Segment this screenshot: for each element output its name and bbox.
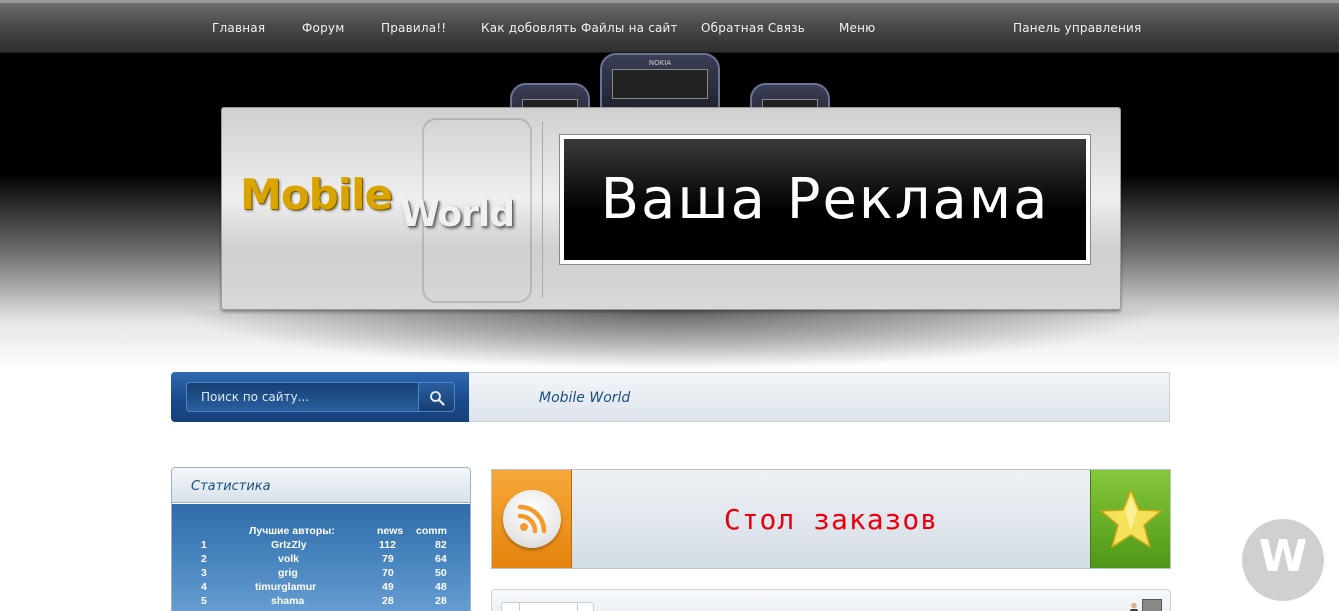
author-news: 79 bbox=[382, 553, 394, 565]
col-comm-header: comm bbox=[416, 525, 447, 537]
watermark-logo: W bbox=[1242, 519, 1324, 601]
author-rank: 5 bbox=[201, 595, 207, 607]
logo-mobile: Mobile bbox=[240, 170, 393, 219]
author-comm: 50 bbox=[435, 567, 447, 579]
favorite-button[interactable] bbox=[1090, 470, 1170, 568]
author-rank: 1 bbox=[201, 539, 207, 551]
banner-shadow bbox=[180, 310, 1160, 370]
breadcrumb[interactable]: Mobile World bbox=[539, 390, 630, 406]
author-news: 70 bbox=[382, 567, 394, 579]
site-logo[interactable]: Mobile World bbox=[240, 170, 515, 235]
star-icon bbox=[1099, 487, 1163, 549]
author-rank: 2 bbox=[201, 553, 207, 565]
sidebar-statistics: Статистика Лучшие авторы: news comm 1 Gr… bbox=[171, 467, 471, 611]
header-banner: Mobile World Ваша Реклама bbox=[221, 107, 1121, 310]
nav-forum[interactable]: Форум bbox=[302, 21, 344, 35]
banner-divider bbox=[542, 122, 543, 298]
avatar[interactable] bbox=[1142, 599, 1162, 611]
search-input[interactable] bbox=[186, 382, 418, 412]
watermark-letter: W bbox=[1258, 531, 1308, 582]
top-authors-label: Лучшие авторы: bbox=[249, 525, 335, 537]
logo-world: World bbox=[400, 194, 515, 235]
author-comm: 64 bbox=[435, 553, 447, 565]
author-name[interactable]: timurglamur bbox=[255, 581, 316, 593]
nav-home[interactable]: Главная bbox=[212, 21, 265, 35]
author-news: 112 bbox=[379, 539, 396, 551]
search-icon bbox=[430, 391, 445, 406]
author-comm: 28 bbox=[435, 595, 447, 607]
author-name[interactable]: shama bbox=[271, 595, 304, 607]
top-navigation: Главная Форум Правила!! Как добовлять Фа… bbox=[0, 0, 1339, 53]
news-post-header bbox=[491, 589, 1171, 611]
author-name[interactable]: volk bbox=[278, 553, 299, 565]
search-button[interactable] bbox=[418, 382, 455, 412]
user-icon bbox=[1130, 602, 1138, 611]
rss-button[interactable] bbox=[492, 470, 572, 568]
breadcrumb-bar: Mobile World bbox=[469, 372, 1170, 422]
nav-how-to-add-files[interactable]: Как добовлять Файлы на сайт bbox=[481, 21, 678, 35]
author-comm: 48 bbox=[435, 581, 447, 593]
search-box bbox=[171, 372, 469, 422]
phone-brand: NOKIA bbox=[648, 59, 672, 67]
orders-label[interactable]: Стол заказов bbox=[572, 503, 1090, 536]
author-name[interactable]: GrIzZly bbox=[271, 539, 307, 551]
sidebar-title: Статистика bbox=[191, 479, 271, 494]
nav-feedback[interactable]: Обратная Связь bbox=[701, 21, 805, 35]
ad-banner[interactable]: Ваша Реклама bbox=[559, 134, 1091, 265]
author-comm: 82 bbox=[435, 539, 447, 551]
nav-control-panel[interactable]: Панель управления bbox=[1013, 21, 1141, 35]
nav-menu[interactable]: Меню bbox=[839, 21, 875, 35]
rss-icon bbox=[517, 504, 547, 534]
stats-body: Лучшие авторы: news comm 1 GrIzZly 112 8… bbox=[172, 504, 470, 611]
header-phones-image: NOKIA bbox=[490, 53, 830, 143]
sidebar-header: Статистика bbox=[172, 468, 470, 503]
orders-banner[interactable]: Стол заказов bbox=[491, 469, 1171, 569]
rating-control[interactable] bbox=[501, 602, 594, 611]
nav-rules[interactable]: Правила!! bbox=[381, 21, 446, 35]
author-news: 49 bbox=[382, 581, 394, 593]
author-rank: 4 bbox=[201, 581, 207, 593]
author-rank: 3 bbox=[201, 567, 207, 579]
author-news: 28 bbox=[382, 595, 394, 607]
col-news-header: news bbox=[377, 525, 404, 537]
author-name[interactable]: grig bbox=[278, 567, 298, 579]
